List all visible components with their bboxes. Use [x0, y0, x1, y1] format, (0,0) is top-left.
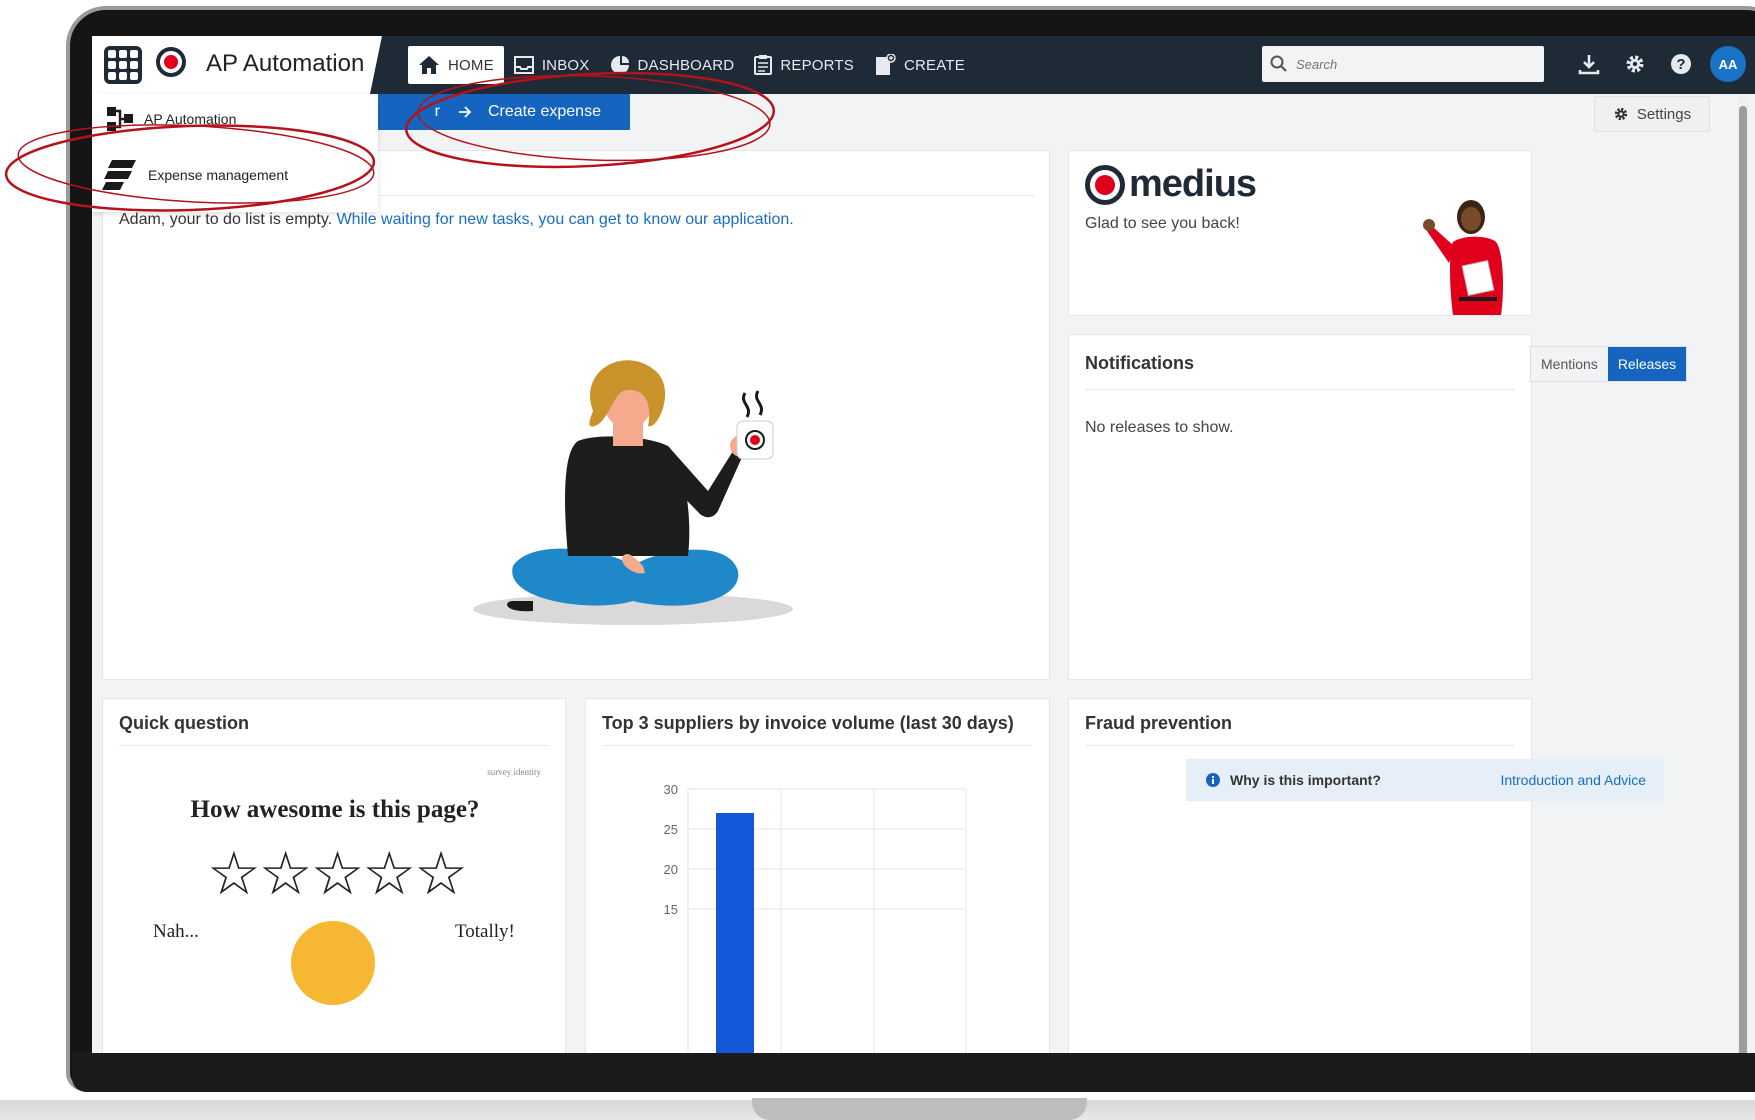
chart-y-tick-label: 25	[664, 822, 678, 837]
ap-automation-icon	[107, 107, 133, 131]
inbox-icon	[513, 56, 534, 74]
star-rating[interactable]: ☆☆☆☆☆	[207, 839, 468, 909]
nav-item-inbox[interactable]: INBOX	[504, 46, 600, 84]
brand-area: AP Automation	[92, 36, 382, 94]
page-scrollbar[interactable]	[1737, 94, 1749, 1053]
get-to-know-link[interactable]: While waiting for new tasks, you can get…	[337, 211, 794, 228]
suppliers-title: Top 3 suppliers by invoice volume (last …	[602, 713, 1014, 733]
laptop-bezel	[72, 1052, 1755, 1092]
todo-message: Adam, your to do list is empty. While wa…	[119, 211, 794, 229]
chart-y-tick-label: 15	[664, 902, 678, 917]
fraud-info-bar: Why is this important? Introduction and …	[1186, 759, 1664, 801]
screen: AP Automation HOME INBOX DASHBOARD REPOR…	[92, 36, 1755, 1053]
app-switcher-icon[interactable]	[104, 46, 142, 84]
rating-high-label: Totally!	[455, 921, 515, 942]
card-divider	[1085, 389, 1515, 390]
app-switcher-item-ap-automation[interactable]: AP Automation	[92, 94, 378, 144]
medius-wordmark: medius	[1129, 163, 1257, 205]
app-switcher-label: AP Automation	[144, 111, 237, 127]
tab-mentions[interactable]: Mentions	[1531, 347, 1608, 381]
nav-label: REPORTS	[780, 56, 854, 74]
app-switcher-item-expense-management[interactable]: Expense management	[92, 150, 378, 200]
rating-low-label: Nah...	[153, 921, 199, 942]
help-icon[interactable]: ?	[1664, 46, 1698, 82]
quick-question-title: Quick question	[119, 713, 250, 733]
brand-name: AP Automation	[206, 50, 365, 77]
nav-item-dashboard[interactable]: DASHBOARD	[600, 46, 745, 84]
todo-card: Adam, your to do list is empty. While wa…	[102, 150, 1050, 680]
app-switcher-dropdown: AP Automation Expense management	[92, 94, 378, 212]
nav-label: CREATE	[903, 56, 965, 74]
main-nav: HOME INBOX DASHBOARD REPORTS CREATE	[408, 46, 975, 84]
nav-label: INBOX	[541, 56, 590, 74]
search-box[interactable]	[1262, 46, 1544, 82]
nav-item-reports[interactable]: REPORTS	[744, 46, 864, 84]
arrow-right-icon	[459, 106, 472, 118]
avatar[interactable]: AA	[1710, 46, 1746, 82]
no-releases-text: No releases to show.	[1085, 419, 1234, 436]
todo-empty-text: Adam, your to do list is empty.	[119, 211, 333, 228]
settings-label: Settings	[1636, 105, 1692, 123]
create-expense-label: Create expense	[488, 103, 601, 120]
waving-woman-illustration	[1423, 200, 1503, 315]
top-icons: ? AA	[1572, 46, 1746, 82]
expense-management-icon	[102, 160, 136, 190]
search-input[interactable]	[1294, 55, 1528, 73]
top-navigation: AP Automation HOME INBOX DASHBOARD REPOR…	[92, 36, 1755, 94]
suppliers-card: Top 3 suppliers by invoice volume (last …	[585, 698, 1050, 1053]
nav-label: HOME	[448, 56, 494, 74]
svg-text:?: ?	[1676, 56, 1685, 73]
nav-item-home[interactable]: HOME	[408, 46, 504, 84]
emoji-face-icon	[291, 921, 375, 1005]
dashboard-icon	[610, 56, 629, 74]
gear-icon[interactable]	[1618, 46, 1652, 82]
notifications-card: Notifications No releases to show.	[1068, 334, 1532, 680]
woman-with-coffee-illustration	[473, 360, 793, 625]
reports-icon	[754, 55, 773, 75]
nav-label: DASHBOARD	[637, 56, 735, 74]
greeting-text: Glad to see you back!	[1085, 215, 1240, 232]
survey-question: How awesome is this page?	[190, 796, 480, 823]
laptop-notch	[752, 1098, 1087, 1120]
fraud-info-text: Why is this important?	[1230, 772, 1381, 788]
card-divider	[1085, 745, 1515, 746]
chart-y-tick-label: 20	[664, 862, 678, 877]
fraud-prevention-card: Fraud prevention	[1068, 698, 1532, 1053]
info-icon	[1206, 773, 1220, 787]
introduction-advice-link[interactable]: Introduction and Advice	[1500, 772, 1646, 788]
fraud-title: Fraud prevention	[1085, 713, 1233, 733]
download-icon[interactable]	[1572, 46, 1606, 82]
quick-question-card: Quick question survey identity How aweso…	[102, 698, 566, 1053]
scrollbar-thumb[interactable]	[1739, 106, 1747, 1053]
tab-releases[interactable]: Releases	[1607, 347, 1687, 381]
nav-item-create[interactable]: CREATE	[864, 46, 975, 84]
medius-logo: medius	[1085, 163, 1257, 206]
card-divider	[119, 745, 549, 746]
notifications-title: Notifications	[1085, 353, 1195, 373]
create-icon	[875, 54, 896, 75]
card-divider	[602, 745, 1032, 746]
search-icon	[1270, 55, 1287, 72]
welcome-card: medius Glad to see you back!	[1068, 150, 1532, 316]
gear-icon	[1614, 107, 1628, 121]
survey-watermark: survey identity	[487, 767, 541, 777]
create-expense-button[interactable]: Create expense	[440, 94, 630, 130]
medius-logo-icon	[1085, 164, 1125, 205]
app-switcher-label: Expense management	[148, 167, 289, 183]
chart-y-tick-label: 30	[664, 782, 678, 797]
settings-button[interactable]: Settings	[1594, 96, 1710, 132]
chart-bar[interactable]	[716, 813, 754, 1053]
home-icon	[419, 56, 439, 74]
brand-logo-icon	[156, 47, 186, 77]
suppliers-bar-chart: 30 25 20 15	[664, 782, 967, 1053]
notifications-tabs: Mentions Releases	[1530, 346, 1688, 382]
